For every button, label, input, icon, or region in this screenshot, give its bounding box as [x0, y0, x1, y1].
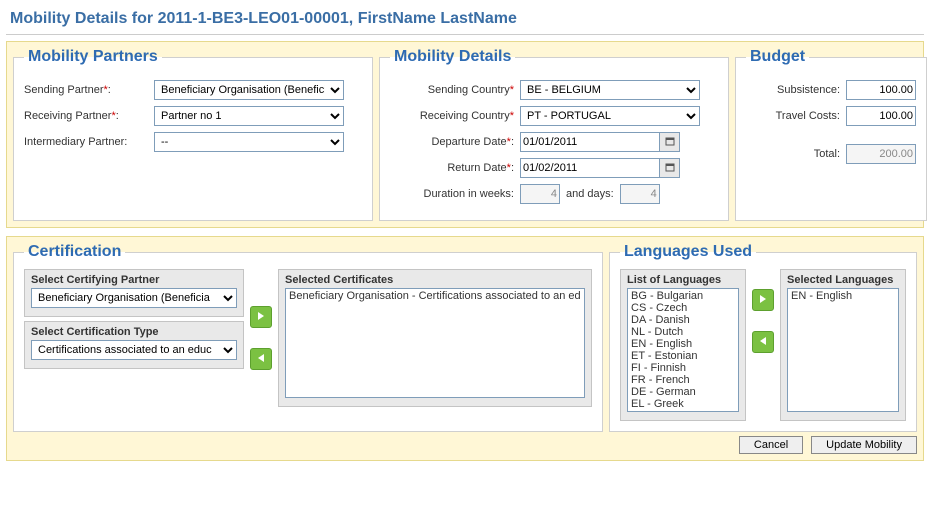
add-certificate-button[interactable] [250, 306, 272, 328]
languages-group: Languages Used List of Languages BG - Bu… [609, 243, 917, 432]
selected-languages-label: Selected Languages [787, 274, 899, 286]
budget-group: Budget Subsistence: Travel Costs: Total: [735, 48, 927, 221]
remove-language-button[interactable] [752, 331, 774, 353]
return-date-input[interactable] [520, 158, 660, 178]
sending-partner-label: Sending Partner*: [24, 84, 154, 96]
certification-group: Certification Select Certifying Partner … [13, 243, 603, 432]
duration-weeks-input [520, 184, 560, 204]
sending-partner-select[interactable]: Beneficiary Organisation (Benefici [154, 80, 344, 100]
receiving-partner-select[interactable]: Partner no 1 [154, 106, 344, 126]
intermediary-partner-label: Intermediary Partner: [24, 136, 154, 148]
remove-certificate-button[interactable] [250, 348, 272, 370]
list-item[interactable]: FR - French [629, 374, 737, 386]
calendar-icon [665, 136, 675, 149]
departure-date-label: Departure Date*: [390, 136, 520, 148]
selected-languages-list[interactable]: EN - English [787, 288, 899, 412]
cancel-button[interactable]: Cancel [739, 436, 803, 454]
return-date-picker-button[interactable] [660, 158, 680, 178]
details-group: Mobility Details Sending Country* BE - B… [379, 48, 729, 221]
page-title: Mobility Details for 2011-1-BE3-LEO01-00… [6, 6, 924, 35]
departure-date-picker-button[interactable] [660, 132, 680, 152]
list-item[interactable]: CS - Czech [629, 302, 737, 314]
travel-costs-input[interactable] [846, 106, 916, 126]
travel-costs-label: Travel Costs: [746, 110, 846, 122]
bottom-panel: Certification Select Certifying Partner … [6, 236, 924, 461]
sending-country-label: Sending Country* [390, 84, 520, 96]
list-item[interactable]: DA - Danish [629, 314, 737, 326]
selected-certificates-label: Selected Certificates [285, 274, 585, 286]
certification-type-block: Select Certification Type Certifications… [24, 321, 244, 369]
list-item[interactable]: DE - German [629, 386, 737, 398]
certification-type-select[interactable]: Certifications associated to an educ [31, 340, 237, 360]
calendar-icon [665, 162, 675, 175]
total-input [846, 144, 916, 164]
list-item[interactable]: BG - Bulgarian [629, 290, 737, 302]
available-languages-block: List of Languages BG - BulgarianCS - Cze… [620, 269, 746, 421]
partners-group: Mobility Partners Sending Partner*: Bene… [13, 48, 373, 221]
list-item[interactable]: EL - Greek [629, 398, 737, 410]
departure-date-input[interactable] [520, 132, 660, 152]
list-item[interactable]: NL - Dutch [629, 326, 737, 338]
arrow-right-icon [255, 310, 267, 325]
selected-certificates-list[interactable]: Beneficiary Organisation - Certification… [285, 288, 585, 398]
certification-type-label: Select Certification Type [31, 326, 237, 338]
languages-legend: Languages Used [620, 243, 756, 261]
certifying-partner-label: Select Certifying Partner [31, 274, 237, 286]
available-languages-label: List of Languages [627, 274, 739, 286]
arrow-right-icon [757, 293, 769, 308]
list-item[interactable]: Beneficiary Organisation - Certification… [287, 290, 583, 302]
update-mobility-button[interactable]: Update Mobility [811, 436, 917, 454]
details-legend: Mobility Details [390, 48, 515, 66]
partners-legend: Mobility Partners [24, 48, 162, 66]
receiving-country-select[interactable]: PT - PORTUGAL [520, 106, 700, 126]
arrow-left-icon [757, 335, 769, 350]
return-date-label: Return Date*: [390, 162, 520, 174]
receiving-country-label: Receiving Country* [390, 110, 520, 122]
duration-days-label: and days: [560, 188, 620, 200]
receiving-partner-label: Receiving Partner*: [24, 110, 154, 122]
list-item[interactable]: ET - Estonian [629, 350, 737, 362]
arrow-left-icon [255, 352, 267, 367]
list-item[interactable]: EN - English [789, 290, 897, 302]
footer-buttons: Cancel Update Mobility [13, 432, 917, 454]
certifying-partner-block: Select Certifying Partner Beneficiary Or… [24, 269, 244, 317]
top-panel: Mobility Partners Sending Partner*: Bene… [6, 41, 924, 228]
list-item[interactable]: EN - English [629, 338, 737, 350]
intermediary-partner-select[interactable]: -- [154, 132, 344, 152]
add-language-button[interactable] [752, 289, 774, 311]
total-label: Total: [746, 148, 846, 160]
subsistence-input[interactable] [846, 80, 916, 100]
budget-legend: Budget [746, 48, 809, 66]
selected-certificates-block: Selected Certificates Beneficiary Organi… [278, 269, 592, 407]
duration-weeks-label: Duration in weeks: [390, 188, 520, 200]
selected-languages-block: Selected Languages EN - English [780, 269, 906, 421]
subsistence-label: Subsistence: [746, 84, 846, 96]
list-item[interactable]: FI - Finnish [629, 362, 737, 374]
available-languages-list[interactable]: BG - BulgarianCS - CzechDA - DanishNL - … [627, 288, 739, 412]
duration-days-input [620, 184, 660, 204]
certification-legend: Certification [24, 243, 125, 261]
sending-country-select[interactable]: BE - BELGIUM [520, 80, 700, 100]
certifying-partner-select[interactable]: Beneficiary Organisation (Beneficia [31, 288, 237, 308]
